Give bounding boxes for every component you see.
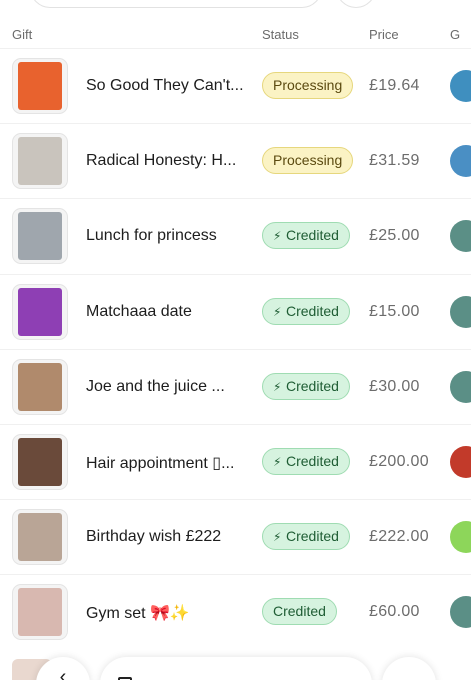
chevron-left-icon: ‹ xyxy=(59,666,67,680)
bolt-icon: ⚡ xyxy=(273,229,282,244)
gift-thumbnail xyxy=(12,509,68,566)
avatar[interactable] xyxy=(450,145,471,178)
gift-thumbnail xyxy=(12,433,68,490)
gift-name: Birthday wish £222 xyxy=(86,528,222,546)
avatar[interactable] xyxy=(450,295,471,328)
bolt-icon: ⚡ xyxy=(273,454,282,469)
status-label: Credited xyxy=(286,302,339,319)
gift-thumbnail xyxy=(12,283,68,340)
gift-price: £15.00 xyxy=(369,302,420,320)
photo-hair xyxy=(18,437,62,486)
status-label: Credited xyxy=(286,377,339,394)
status-label: Credited xyxy=(286,452,339,469)
column-header-truncated: G xyxy=(450,27,461,42)
bolt-icon: ⚡ xyxy=(273,304,282,319)
status-label: Credited xyxy=(286,528,339,545)
status-label: Credited xyxy=(286,227,339,244)
column-header-gift: Gift xyxy=(12,27,33,42)
gift-name: So Good They Can't... xyxy=(86,77,244,94)
gift-price: £200.00 xyxy=(369,452,429,470)
gift-name: Gym set 🎀✨ xyxy=(86,605,190,623)
top-action-button[interactable] xyxy=(336,0,376,8)
gift-list: So Good They Can't... Processing £19.64 … xyxy=(0,48,471,650)
gift-price: £222.00 xyxy=(369,528,429,546)
bolt-icon: ⚡ xyxy=(273,379,282,394)
status-label: Processing xyxy=(273,77,343,93)
photo-gym-set xyxy=(18,588,62,637)
gift-name: Matchaaa date xyxy=(86,302,192,320)
status-badge: ⚡ Credited xyxy=(262,523,350,551)
top-search-field[interactable] xyxy=(30,0,322,8)
gift-thumbnail xyxy=(12,358,68,415)
status-badge: ⚡ Credited xyxy=(262,297,350,325)
table-row[interactable]: Gym set 🎀✨ Credited £60.00 xyxy=(0,574,471,649)
table-row[interactable]: Birthday wish £222 ⚡ Credited £222.00 xyxy=(0,499,471,574)
avatar[interactable] xyxy=(450,445,471,478)
table-header: Gift Status Price G xyxy=(0,20,471,48)
column-header-status: Status xyxy=(262,27,299,42)
status-badge: ⚡ Credited xyxy=(262,447,350,475)
table-row[interactable]: Matchaaa date ⚡ Credited £15.00 xyxy=(0,273,471,349)
status-badge: ⚡ Credited xyxy=(262,372,350,400)
gift-name: Radical Honesty: H... xyxy=(86,152,237,170)
gift-price: £60.00 xyxy=(369,603,420,621)
gift-price: £31.59 xyxy=(369,152,420,170)
column-header-price: Price xyxy=(369,27,399,42)
book-cover-so-good xyxy=(18,62,62,110)
photo-birthday xyxy=(18,513,62,562)
avatar[interactable] xyxy=(450,596,471,629)
gift-thumbnail xyxy=(12,133,68,190)
photo-matcha xyxy=(18,287,62,336)
status-badge: ⚡ Credited xyxy=(262,222,350,250)
status-label: Processing xyxy=(273,152,343,169)
bottom-action-pill[interactable]: → xyxy=(100,657,372,680)
gift-thumbnail xyxy=(12,208,68,265)
photo-lunch xyxy=(18,212,62,261)
bottom-navigation: ‹ → xyxy=(0,655,471,680)
avatar[interactable] xyxy=(450,220,471,253)
gift-name: Joe and the juice ... xyxy=(86,377,225,395)
avatar[interactable] xyxy=(450,70,471,102)
avatar[interactable] xyxy=(450,521,471,554)
table-row[interactable]: Hair appointment ▯... ⚡ Credited £200.00 xyxy=(0,423,471,499)
gift-name: Lunch for princess xyxy=(86,227,217,245)
photo-juice xyxy=(18,362,62,411)
arrow-right-icon: → xyxy=(336,669,356,680)
bolt-icon: ⚡ xyxy=(273,530,282,545)
gift-thumbnail xyxy=(12,58,68,114)
table-row[interactable]: So Good They Can't... Processing £19.64 xyxy=(0,48,471,123)
gift-price: £25.00 xyxy=(369,227,420,245)
table-row[interactable]: Radical Honesty: H... Processing £31.59 xyxy=(0,123,471,198)
status-label: Credited xyxy=(273,603,326,620)
gift-name: Hair appointment ▯... xyxy=(86,454,235,472)
status-badge: Processing xyxy=(262,72,354,99)
table-row[interactable]: Lunch for princess ⚡ Credited £25.00 xyxy=(0,198,471,273)
gift-thumbnail xyxy=(12,584,68,641)
status-badge: Credited xyxy=(262,598,337,626)
table-row[interactable]: Joe and the juice ... ⚡ Credited £30.00 xyxy=(0,348,471,424)
status-badge: Processing xyxy=(262,147,354,175)
book-cover-radical-honesty xyxy=(18,137,62,186)
more-button[interactable] xyxy=(382,657,436,680)
gift-price: £19.64 xyxy=(369,77,420,94)
avatar[interactable] xyxy=(450,370,471,403)
gift-price: £30.00 xyxy=(369,377,420,395)
